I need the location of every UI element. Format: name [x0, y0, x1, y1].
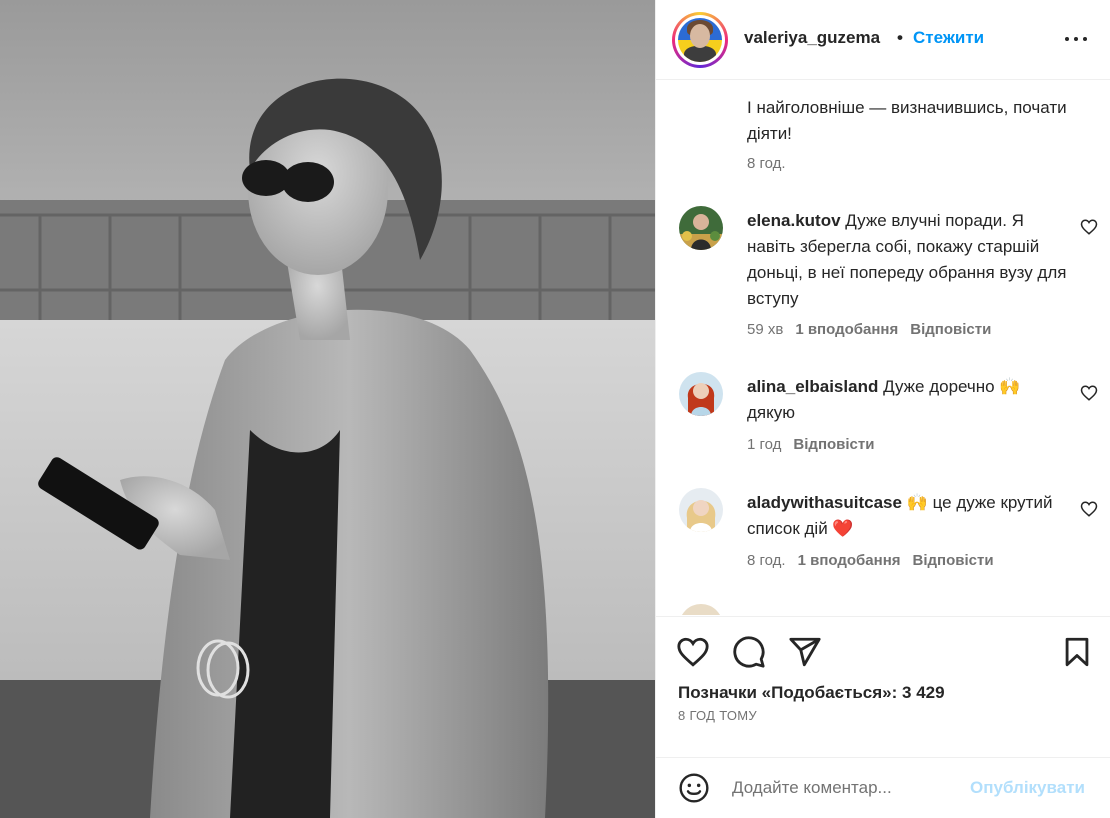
- follow-button[interactable]: Стежити: [913, 28, 984, 48]
- post-header: valeriya_guzema • Стежити: [656, 0, 1110, 80]
- comment-meta: 59 хв 1 вподобання Відповісти: [747, 321, 991, 338]
- comment-heart-icon[interactable]: [1080, 500, 1098, 518]
- comments-list[interactable]: І найголовніше — визначившись, почати ді…: [656, 81, 1110, 615]
- commenter-avatar[interactable]: [679, 604, 723, 615]
- comment-meta: 1 год Відповісти: [747, 436, 874, 453]
- post-photo[interactable]: [0, 0, 655, 818]
- reply-button[interactable]: Відповісти: [793, 436, 874, 453]
- comment-input[interactable]: [732, 772, 962, 804]
- reply-button[interactable]: Відповісти: [910, 321, 991, 338]
- comment-heart-icon[interactable]: [1080, 218, 1098, 236]
- commenter-avatar[interactable]: [679, 372, 723, 416]
- comment-heart-icon[interactable]: [1080, 384, 1098, 402]
- bookmark-icon[interactable]: [1060, 635, 1094, 669]
- comment-composer: Опублікувати: [656, 757, 1110, 818]
- author-avatar[interactable]: [672, 12, 728, 68]
- likes-count[interactable]: Позначки «Подобається»: 3 429: [678, 683, 945, 703]
- reply-button[interactable]: Відповісти: [913, 552, 994, 569]
- comment-icon[interactable]: [732, 635, 766, 669]
- caption-time[interactable]: 8 год.: [747, 155, 786, 172]
- comment-likes[interactable]: 1 вподобання: [798, 552, 901, 569]
- post-photo-image: [0, 0, 655, 818]
- comment-time[interactable]: 59 хв: [747, 321, 783, 338]
- emoji-icon[interactable]: [678, 772, 710, 804]
- commenter-username[interactable]: alina_elbaisland: [747, 377, 878, 396]
- publish-button[interactable]: Опублікувати: [970, 778, 1085, 798]
- comment-time[interactable]: 1 год: [747, 436, 781, 453]
- comment-text: elena.kutov Дуже влучні поради. Я навіть…: [747, 208, 1067, 312]
- post-side-panel: valeriya_guzema • Стежити І найголовніше…: [655, 0, 1110, 818]
- more-dots-icon[interactable]: [1061, 24, 1095, 54]
- comment-meta: 8 год. 1 вподобання Відповісти: [747, 552, 994, 569]
- share-icon[interactable]: [788, 635, 822, 669]
- heart-icon[interactable]: [676, 635, 710, 669]
- commenter-username[interactable]: elena.kutov: [747, 211, 841, 230]
- header-separator: •: [897, 28, 903, 47]
- comment-time[interactable]: 8 год.: [747, 552, 786, 569]
- post-caption: І найголовніше — визначившись, почати ді…: [747, 98, 1067, 143]
- commenter-avatar[interactable]: [679, 488, 723, 532]
- commenter-avatar[interactable]: [679, 206, 723, 250]
- commenter-username[interactable]: aladywithasuitcase: [747, 493, 902, 512]
- comment-text: alina_elbaisland Дуже доречно 🙌 дякую: [747, 374, 1067, 426]
- comment-text: aladywithasuitcase 🙌 це дуже крутий спис…: [747, 490, 1067, 542]
- author-username[interactable]: valeriya_guzema: [744, 28, 880, 48]
- post-timestamp[interactable]: 8 ГОД ТОМУ: [678, 708, 757, 723]
- comment-likes[interactable]: 1 вподобання: [795, 321, 898, 338]
